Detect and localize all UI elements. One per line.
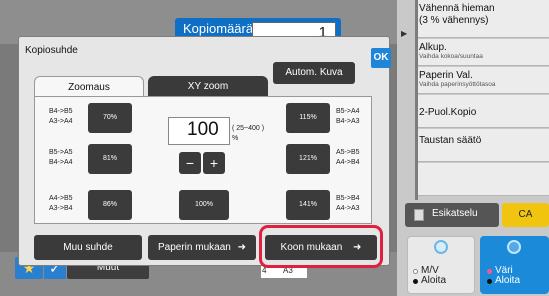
preset-121-button[interactable]: 121% — [286, 144, 330, 174]
duplex-copy-label: 2-Puol.Kopio — [419, 107, 477, 118]
clear-all-button[interactable]: CA — [502, 203, 549, 227]
arrow-right-icon: ▶ — [401, 29, 408, 38]
paper-select-button[interactable]: Paperin Val. Vaihda paperinsyöttötasoa — [415, 67, 549, 94]
preset-141-button[interactable]: 141% — [286, 190, 330, 220]
ok-button[interactable]: OK — [371, 48, 391, 68]
preset-86-button[interactable]: 86% — [88, 190, 132, 220]
reduce-slightly-button[interactable]: Vähennä hieman (3 % vähennys) — [415, 0, 549, 38]
preset-115-label: B5->A4 B4->A3 — [336, 108, 360, 125]
start-icon — [507, 240, 521, 254]
background-adjust-button[interactable]: Taustan säätö — [415, 129, 549, 162]
zoom-minus-button[interactable]: − — [179, 152, 201, 174]
preset-81-label: B5->A5 B4->A4 — [49, 149, 73, 166]
tab-xy-zoom[interactable]: XY zoom — [148, 76, 268, 97]
arrow-right-icon: ➜ — [237, 242, 246, 253]
preset-86-label: A4->B5 A3->B4 — [49, 195, 73, 212]
copies-label: Kopiomäärä — [183, 21, 254, 36]
auto-image-button[interactable]: Autom. Kuva — [273, 62, 355, 84]
original-button[interactable]: Alkup. Vaihda kokoa/suuntaa — [415, 39, 549, 66]
zoom-range: ( 25~400 ) — [232, 125, 265, 132]
dot-icon — [487, 268, 492, 274]
preset-70-button[interactable]: 70% — [88, 103, 132, 133]
tab-zoom[interactable]: Zoomaus — [34, 76, 144, 97]
duplex-copy-button[interactable]: 2-Puol.Kopio — [415, 95, 549, 128]
by-paper-button[interactable]: Paperin mukaan ➜ — [148, 235, 256, 260]
preset-81-button[interactable]: 81% — [88, 144, 132, 174]
zoom-plus-button[interactable]: + — [203, 152, 225, 174]
start-icon — [434, 240, 448, 254]
zoom-value: 100 — [187, 119, 219, 140]
preset-115-button[interactable]: 115% — [286, 103, 330, 133]
by-paper-label: Paperin mukaan — [158, 242, 231, 253]
background-adjust-label: Taustan säätö — [419, 135, 482, 146]
original-sub: Vaihda kokoa/suuntaa — [419, 53, 483, 60]
color-label-2: Aloita — [495, 275, 521, 286]
zoom-unit: % — [232, 135, 239, 142]
bw-label-2: Aloita — [421, 275, 447, 286]
preset-141-label: B5->B4 A4->A3 — [336, 195, 360, 212]
preset-70-label: B4->B5 A3->A4 — [49, 108, 73, 125]
preview-label: Esikatselu — [432, 208, 478, 219]
reduce-slightly-sub: (3 % vähennys) — [419, 15, 489, 26]
dot-icon — [413, 278, 418, 284]
bw-start-label: M/V Aloita — [413, 266, 446, 286]
original-label: Alkup. — [419, 42, 447, 53]
preset-121-label: A5->B5 A4->B4 — [336, 149, 360, 166]
right-panel-empty-slot — [415, 163, 549, 196]
dot-icon — [487, 278, 492, 284]
color-start-label: Väri Aloita — [487, 266, 520, 286]
document-icon — [414, 209, 424, 221]
other-ratio-button[interactable]: Muu suhde — [34, 235, 142, 260]
highlight-frame — [259, 225, 383, 268]
scroll-strip[interactable] — [415, 0, 418, 200]
dialog-title: Kopiosuhde — [25, 45, 78, 56]
preset-100-button[interactable]: 100% — [179, 190, 229, 220]
paper-select-sub: Vaihda paperinsyöttötasoa — [419, 81, 496, 88]
reduce-slightly-label: Vähennä hieman — [419, 3, 495, 14]
dot-icon — [413, 268, 418, 274]
paper-select-label: Paperin Val. — [419, 70, 473, 81]
